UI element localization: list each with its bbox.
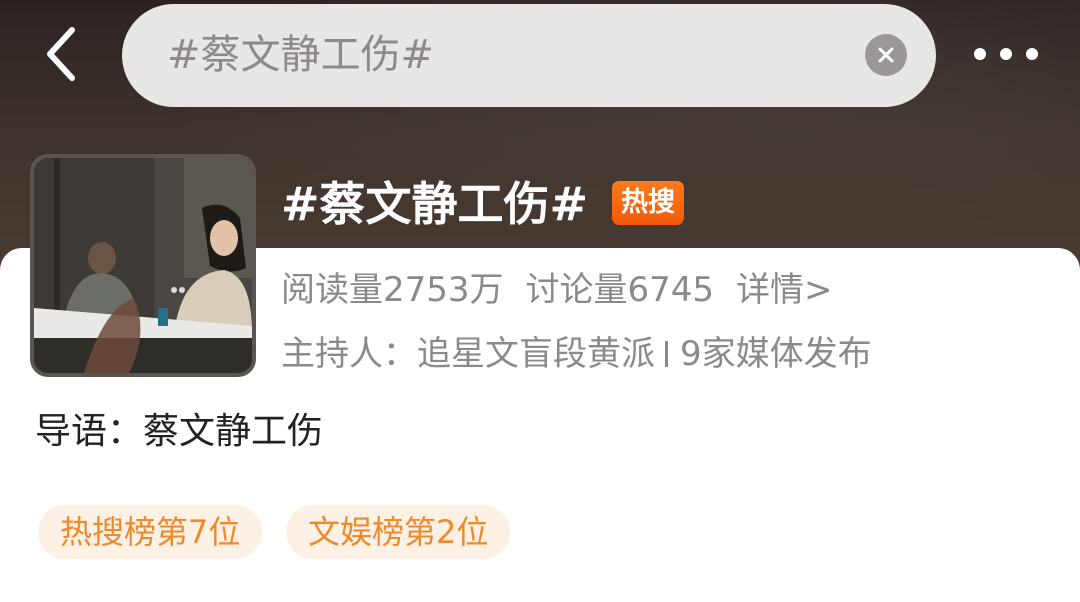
search-input[interactable]: #蔡文静工伤# — [122, 4, 936, 107]
more-options-button[interactable] — [966, 34, 1046, 74]
discussion-count: 讨论量6745 — [525, 270, 715, 310]
read-count: 阅读量2753万 — [281, 270, 504, 310]
topic-title: #蔡文静工伤# — [281, 177, 589, 231]
hot-search-rank-tag[interactable]: 热搜榜第7位 — [38, 505, 263, 559]
details-link[interactable]: 详情> — [736, 270, 833, 310]
topic-intro: 导语：蔡文静工伤 — [35, 411, 324, 452]
more-dots-icon — [1000, 48, 1012, 60]
divider — [665, 340, 668, 367]
clear-search-button[interactable] — [865, 34, 907, 76]
chevron-left-icon — [47, 27, 75, 81]
topic-host-info: 主持人：追星文盲段黄派 9家媒体发布 — [281, 328, 872, 380]
back-button[interactable] — [30, 22, 94, 86]
topic-stats: 阅读量2753万 讨论量6745 详情> — [281, 264, 833, 316]
entertainment-rank-tag[interactable]: 文娱榜第2位 — [286, 505, 511, 559]
media-count[interactable]: 9家媒体发布 — [680, 334, 872, 374]
topic-thumbnail[interactable] — [30, 154, 256, 377]
hot-search-badge: 热搜 — [612, 181, 684, 225]
close-icon — [878, 47, 894, 63]
more-dots-icon — [1026, 48, 1038, 60]
host-name[interactable]: 主持人：追星文盲段黄派 — [281, 334, 655, 374]
search-query-text: #蔡文静工伤# — [167, 32, 435, 78]
more-dots-icon — [974, 48, 986, 60]
topic-thumbnail-image — [34, 158, 252, 373]
